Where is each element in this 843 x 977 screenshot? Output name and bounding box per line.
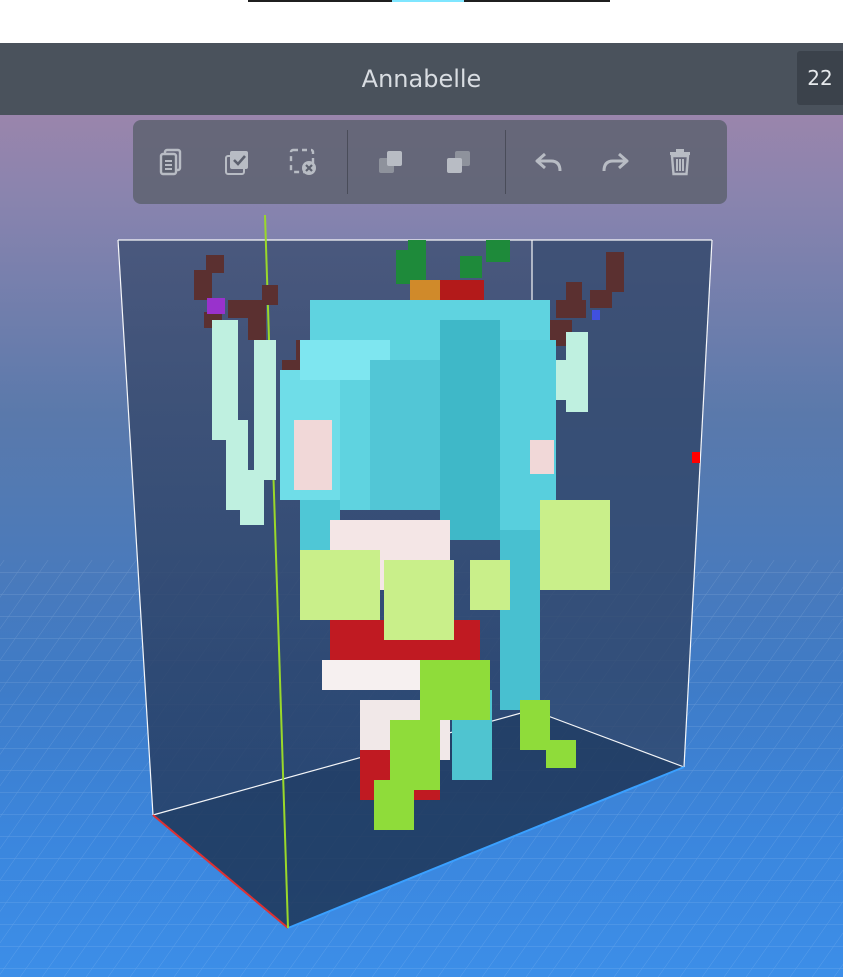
send-backward-button[interactable]	[439, 142, 479, 182]
progress-bar	[248, 0, 610, 2]
copy-button[interactable]	[151, 142, 191, 182]
edit-toolbar	[133, 120, 727, 204]
deselect-icon	[289, 148, 316, 175]
copy-icon	[159, 148, 182, 176]
select-all-icon	[225, 151, 248, 175]
redo-button[interactable]	[595, 142, 635, 182]
undo-icon	[535, 152, 562, 172]
redo-icon	[602, 152, 629, 172]
red-marker	[692, 452, 700, 463]
send-backward-icon	[447, 151, 470, 173]
viewport-scene	[0, 214, 843, 977]
frame-count-badge[interactable]: 22	[797, 51, 843, 105]
trash-icon	[670, 149, 690, 176]
document-title: Annabelle	[361, 65, 482, 93]
top-strip	[0, 0, 843, 43]
select-all-button[interactable]	[217, 142, 257, 182]
bring-forward-button[interactable]	[371, 142, 411, 182]
toolbar-divider	[505, 130, 506, 194]
toolbar-divider	[347, 130, 348, 194]
voxel-viewport[interactable]	[0, 115, 843, 977]
deselect-button[interactable]	[283, 142, 323, 182]
bring-forward-icon	[379, 151, 402, 173]
title-bar: Annabelle 22	[0, 43, 843, 115]
progress-fill	[392, 0, 465, 2]
undo-button[interactable]	[529, 142, 569, 182]
delete-button[interactable]	[660, 142, 700, 182]
